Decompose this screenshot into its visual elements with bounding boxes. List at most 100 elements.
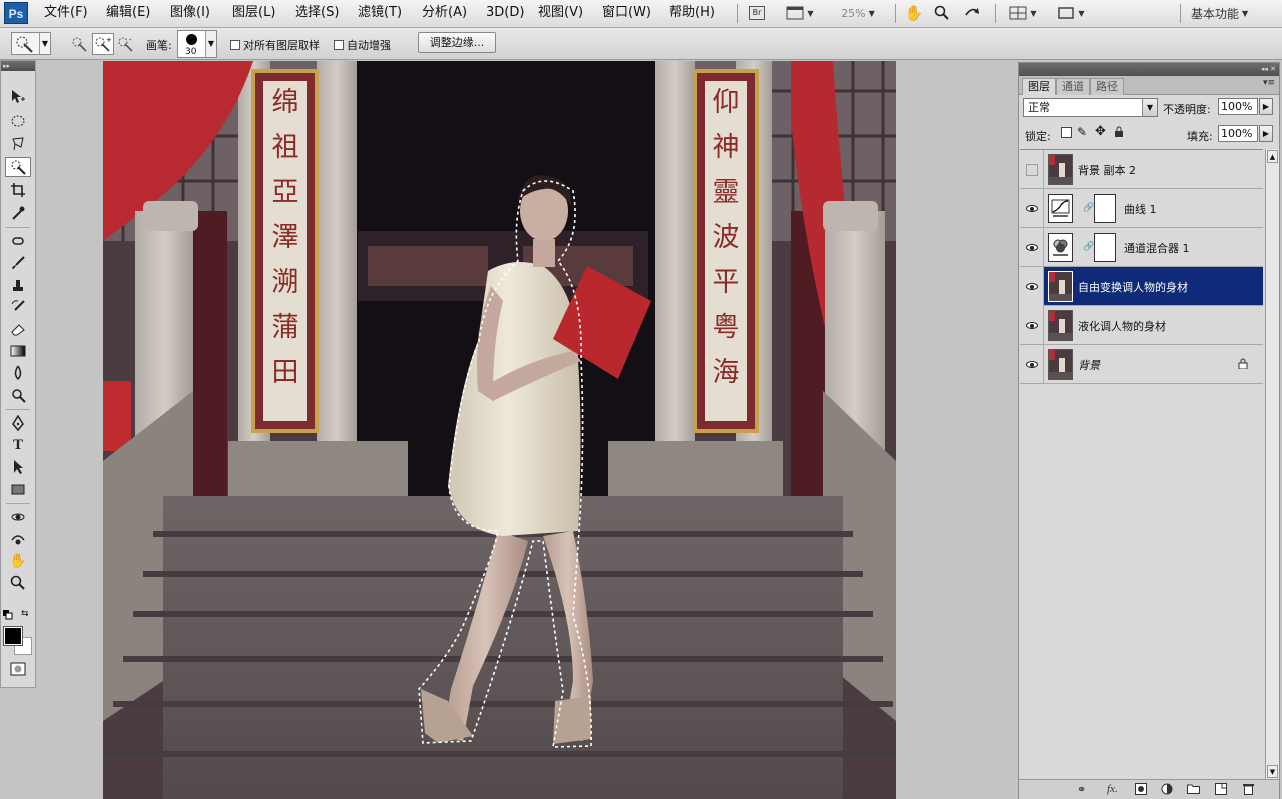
default-colors-icon[interactable]	[3, 609, 13, 620]
link-icon[interactable]: 🔗	[1083, 203, 1094, 213]
menu-view[interactable]: 视图(V)	[538, 5, 583, 21]
rotate-view-icon[interactable]	[960, 3, 984, 23]
visibility-toggle[interactable]	[1020, 267, 1044, 306]
adjustment-layer-icon[interactable]	[1161, 783, 1173, 798]
workspace-switcher[interactable]: 基本功能 ▼	[1186, 3, 1274, 23]
gradient-tool-icon[interactable]	[5, 341, 31, 361]
rectangle-tool-icon[interactable]	[5, 479, 31, 499]
quick-mask-icon[interactable]	[5, 659, 31, 679]
blur-tool-icon[interactable]	[5, 363, 31, 383]
link-layers-icon[interactable]: ⚭	[1077, 783, 1086, 796]
layers-scrollbar[interactable]: ▲ ▼	[1265, 149, 1279, 779]
panel-menu-icon[interactable]: ▾≡	[1263, 78, 1275, 88]
menu-image[interactable]: 图像(I)	[170, 5, 210, 21]
layers-panel-tabs: 图层 通道 路径 ▾≡	[1019, 76, 1279, 95]
lock-position-icon[interactable]: ✥	[1095, 124, 1106, 139]
zoom-tool-icon[interactable]	[931, 3, 953, 23]
blend-mode-select[interactable]: 正常 ▼	[1023, 98, 1158, 117]
clone-stamp-tool-icon[interactable]	[5, 275, 31, 295]
brush-tool-icon[interactable]	[5, 253, 31, 273]
swap-colors-icon[interactable]: ⇆	[21, 609, 33, 621]
lock-pixels-icon[interactable]: ✎	[1077, 125, 1087, 139]
dodge-tool-icon[interactable]	[5, 385, 31, 405]
menu-filter[interactable]: 滤镜(T)	[358, 5, 402, 21]
plaque-right-char: 海	[713, 357, 740, 388]
zoom-level-dropdown[interactable]: 25% ▼	[832, 3, 884, 23]
bridge-button[interactable]: Br	[746, 3, 768, 23]
tab-channels[interactable]: 通道	[1056, 78, 1090, 95]
visibility-toggle[interactable]	[1020, 228, 1044, 267]
marquee-tool-icon[interactable]	[5, 111, 31, 131]
type-tool-icon[interactable]: T	[5, 435, 31, 455]
lock-transparent-icon[interactable]	[1061, 127, 1072, 138]
eraser-tool-icon[interactable]	[5, 319, 31, 339]
opacity-slider-arrow[interactable]: ▶	[1259, 98, 1273, 115]
link-icon[interactable]: 🔗	[1083, 242, 1094, 252]
visibility-toggle[interactable]	[1020, 150, 1044, 189]
menu-help[interactable]: 帮助(H)	[669, 5, 715, 21]
spot-healing-tool-icon[interactable]	[5, 231, 31, 251]
path-selection-tool-icon[interactable]	[5, 457, 31, 477]
layers-panel-footer: ⚭ fx.	[1019, 779, 1279, 799]
layer-row[interactable]: 🔗 曲线 1	[1020, 189, 1263, 228]
auto-enhance-checkbox[interactable]: 自动增强	[334, 37, 391, 53]
layer-row[interactable]: 背景	[1020, 345, 1263, 384]
opacity-input[interactable]: 100%	[1218, 98, 1258, 115]
panel-header-bar[interactable]: ◂◂ ✕	[1019, 63, 1279, 76]
add-to-selection-mode-button[interactable]: +	[92, 33, 114, 55]
layer-row[interactable]: 背景 副本 2	[1020, 150, 1263, 189]
plaque-right-char: 平	[713, 267, 740, 298]
refine-edge-button[interactable]: 调整边缘...	[418, 32, 496, 53]
crop-tool-icon[interactable]	[5, 180, 31, 200]
3d-orbit-tool-icon[interactable]	[5, 529, 31, 549]
layer-style-icon[interactable]: fx.	[1107, 783, 1118, 795]
delete-layer-icon[interactable]	[1243, 783, 1254, 798]
history-brush-tool-icon[interactable]	[5, 297, 31, 317]
move-tool-icon[interactable]	[5, 87, 31, 107]
menu-edit[interactable]: 编辑(E)	[106, 5, 150, 21]
layer-mask-thumbnail[interactable]	[1094, 233, 1116, 262]
lock-all-icon[interactable]	[1114, 126, 1124, 137]
screen-mode-dropdown[interactable]: ▼	[780, 3, 820, 23]
layer-row[interactable]: 🔗 通道混合器 1	[1020, 228, 1263, 267]
add-mask-icon[interactable]	[1135, 783, 1147, 798]
menu-file[interactable]: 文件(F)	[44, 5, 88, 21]
screen-mode-2-dropdown[interactable]: ▼	[1052, 3, 1090, 23]
document-canvas[interactable]: 绵 祖 亞 澤 溯 蒲 田 仰 神 靈 波 平 粤 海	[103, 61, 896, 799]
layer-row-selected[interactable]: 自由变换调人物的身材	[1020, 267, 1263, 306]
menu-3d[interactable]: 3D(D)	[486, 5, 524, 21]
fill-slider-arrow[interactable]: ▶	[1259, 125, 1273, 142]
new-group-icon[interactable]	[1187, 783, 1200, 797]
brush-size-picker[interactable]: 30 ▼	[177, 30, 217, 58]
new-selection-mode-button[interactable]	[70, 34, 90, 54]
menu-window[interactable]: 窗口(W)	[602, 5, 651, 21]
arrange-documents-dropdown[interactable]: ▼	[1004, 3, 1042, 23]
layer-mask-thumbnail[interactable]	[1094, 194, 1116, 223]
hand-tool-icon[interactable]: ✋	[5, 551, 31, 571]
menu-analysis[interactable]: 分析(A)	[422, 5, 467, 21]
sample-all-layers-checkbox[interactable]: 对所有图层取样	[230, 37, 320, 53]
quick-selection-tool-icon[interactable]	[5, 157, 31, 177]
subtract-selection-mode-button[interactable]: -	[116, 34, 136, 54]
tool-preset-picker[interactable]: ▼	[11, 32, 51, 55]
eyedropper-tool-icon[interactable]	[5, 203, 31, 223]
scroll-up-arrow-icon[interactable]: ▲	[1267, 150, 1278, 163]
hand-tool-icon[interactable]: ✋	[903, 3, 925, 23]
tab-paths[interactable]: 路径	[1090, 78, 1124, 95]
scroll-down-arrow-icon[interactable]: ▼	[1267, 765, 1278, 778]
menu-select[interactable]: 选择(S)	[295, 5, 339, 21]
3d-rotate-tool-icon[interactable]	[5, 507, 31, 527]
foreground-color-swatch[interactable]	[3, 626, 23, 646]
panel-grip[interactable]: ▸▸	[1, 61, 35, 71]
lasso-tool-icon[interactable]	[5, 133, 31, 153]
tab-layers[interactable]: 图层	[1022, 78, 1056, 95]
menu-layer[interactable]: 图层(L)	[232, 5, 275, 21]
visibility-toggle[interactable]	[1020, 189, 1044, 228]
new-layer-icon[interactable]	[1215, 783, 1227, 798]
visibility-toggle[interactable]	[1020, 345, 1044, 384]
pen-tool-icon[interactable]	[5, 413, 31, 433]
zoom-tool-icon[interactable]	[5, 573, 31, 593]
visibility-toggle[interactable]	[1020, 306, 1044, 345]
layer-row[interactable]: 液化调人物的身材	[1020, 306, 1263, 345]
fill-input[interactable]: 100%	[1218, 125, 1258, 142]
